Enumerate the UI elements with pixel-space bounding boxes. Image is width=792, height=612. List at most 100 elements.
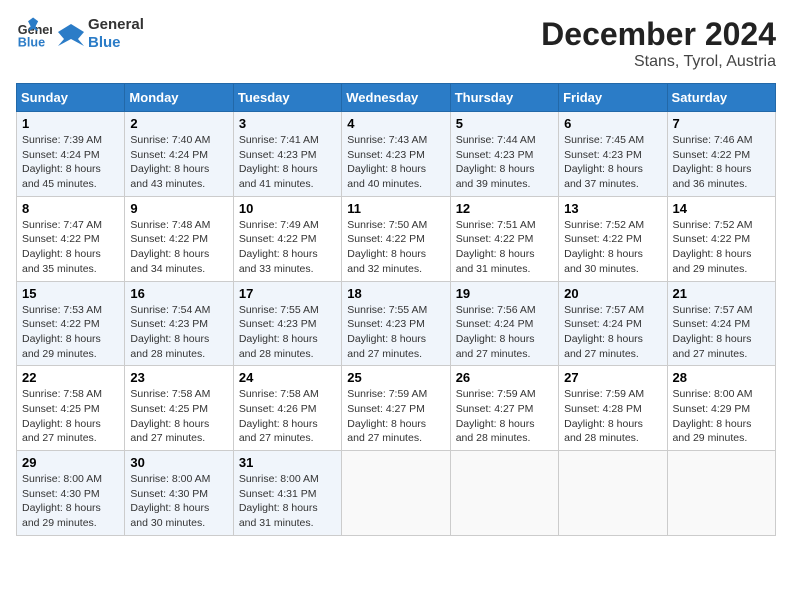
day-info: Sunrise: 8:00 AM Sunset: 4:31 PM Dayligh… [239, 472, 336, 531]
calendar-cell: 3 Sunrise: 7:41 AM Sunset: 4:23 PM Dayli… [233, 112, 341, 197]
day-info: Sunrise: 7:40 AM Sunset: 4:24 PM Dayligh… [130, 133, 227, 192]
day-number: 13 [564, 201, 661, 216]
weekday-header-thursday: Thursday [450, 84, 558, 112]
calendar-week-4: 22 Sunrise: 7:58 AM Sunset: 4:25 PM Dayl… [17, 366, 776, 451]
location: Stans, Tyrol, Austria [541, 53, 776, 71]
calendar-cell [450, 451, 558, 536]
calendar-cell: 9 Sunrise: 7:48 AM Sunset: 4:22 PM Dayli… [125, 196, 233, 281]
day-info: Sunrise: 7:59 AM Sunset: 4:27 PM Dayligh… [456, 387, 553, 446]
day-number: 5 [456, 116, 553, 131]
day-number: 1 [22, 116, 119, 131]
day-info: Sunrise: 7:55 AM Sunset: 4:23 PM Dayligh… [347, 303, 444, 362]
calendar-cell: 15 Sunrise: 7:53 AM Sunset: 4:22 PM Dayl… [17, 281, 125, 366]
weekday-header-monday: Monday [125, 84, 233, 112]
calendar-cell: 19 Sunrise: 7:56 AM Sunset: 4:24 PM Dayl… [450, 281, 558, 366]
calendar-cell: 23 Sunrise: 7:58 AM Sunset: 4:25 PM Dayl… [125, 366, 233, 451]
day-number: 16 [130, 286, 227, 301]
day-info: Sunrise: 7:58 AM Sunset: 4:25 PM Dayligh… [22, 387, 119, 446]
day-info: Sunrise: 7:48 AM Sunset: 4:22 PM Dayligh… [130, 218, 227, 277]
day-info: Sunrise: 7:58 AM Sunset: 4:25 PM Dayligh… [130, 387, 227, 446]
calendar-table: SundayMondayTuesdayWednesdayThursdayFrid… [16, 83, 776, 536]
day-info: Sunrise: 7:57 AM Sunset: 4:24 PM Dayligh… [564, 303, 661, 362]
day-info: Sunrise: 7:43 AM Sunset: 4:23 PM Dayligh… [347, 133, 444, 192]
day-number: 4 [347, 116, 444, 131]
day-number: 27 [564, 370, 661, 385]
calendar-cell: 26 Sunrise: 7:59 AM Sunset: 4:27 PM Dayl… [450, 366, 558, 451]
weekday-header-row: SundayMondayTuesdayWednesdayThursdayFrid… [17, 84, 776, 112]
calendar-cell: 7 Sunrise: 7:46 AM Sunset: 4:22 PM Dayli… [667, 112, 775, 197]
day-number: 17 [239, 286, 336, 301]
day-info: Sunrise: 7:59 AM Sunset: 4:27 PM Dayligh… [347, 387, 444, 446]
title-area: December 2024 Stans, Tyrol, Austria [541, 16, 776, 71]
day-number: 2 [130, 116, 227, 131]
day-info: Sunrise: 7:46 AM Sunset: 4:22 PM Dayligh… [673, 133, 770, 192]
logo-text: GeneralBlue [88, 16, 144, 52]
calendar-cell: 5 Sunrise: 7:44 AM Sunset: 4:23 PM Dayli… [450, 112, 558, 197]
day-info: Sunrise: 7:57 AM Sunset: 4:24 PM Dayligh… [673, 303, 770, 362]
day-number: 11 [347, 201, 444, 216]
calendar-cell: 13 Sunrise: 7:52 AM Sunset: 4:22 PM Dayl… [559, 196, 667, 281]
day-info: Sunrise: 8:00 AM Sunset: 4:30 PM Dayligh… [22, 472, 119, 531]
day-number: 21 [673, 286, 770, 301]
day-number: 23 [130, 370, 227, 385]
calendar-cell [342, 451, 450, 536]
day-number: 9 [130, 201, 227, 216]
day-info: Sunrise: 7:59 AM Sunset: 4:28 PM Dayligh… [564, 387, 661, 446]
calendar-cell [667, 451, 775, 536]
day-number: 14 [673, 201, 770, 216]
day-info: Sunrise: 7:41 AM Sunset: 4:23 PM Dayligh… [239, 133, 336, 192]
calendar-cell: 14 Sunrise: 7:52 AM Sunset: 4:22 PM Dayl… [667, 196, 775, 281]
calendar-week-1: 1 Sunrise: 7:39 AM Sunset: 4:24 PM Dayli… [17, 112, 776, 197]
calendar-cell: 1 Sunrise: 7:39 AM Sunset: 4:24 PM Dayli… [17, 112, 125, 197]
svg-text:Blue: Blue [18, 36, 45, 50]
weekday-header-saturday: Saturday [667, 84, 775, 112]
day-number: 18 [347, 286, 444, 301]
day-number: 12 [456, 201, 553, 216]
day-info: Sunrise: 7:54 AM Sunset: 4:23 PM Dayligh… [130, 303, 227, 362]
calendar-cell: 31 Sunrise: 8:00 AM Sunset: 4:31 PM Dayl… [233, 451, 341, 536]
calendar-week-2: 8 Sunrise: 7:47 AM Sunset: 4:22 PM Dayli… [17, 196, 776, 281]
calendar-cell: 12 Sunrise: 7:51 AM Sunset: 4:22 PM Dayl… [450, 196, 558, 281]
calendar-cell: 8 Sunrise: 7:47 AM Sunset: 4:22 PM Dayli… [17, 196, 125, 281]
logo: General Blue GeneralBlue [16, 16, 144, 52]
day-info: Sunrise: 7:44 AM Sunset: 4:23 PM Dayligh… [456, 133, 553, 192]
page-header: General Blue GeneralBlue December 2024 S… [16, 16, 776, 71]
day-number: 26 [456, 370, 553, 385]
calendar-cell: 27 Sunrise: 7:59 AM Sunset: 4:28 PM Dayl… [559, 366, 667, 451]
day-number: 25 [347, 370, 444, 385]
day-number: 28 [673, 370, 770, 385]
weekday-header-sunday: Sunday [17, 84, 125, 112]
logo-icon: General Blue [16, 16, 52, 52]
day-info: Sunrise: 7:49 AM Sunset: 4:22 PM Dayligh… [239, 218, 336, 277]
day-info: Sunrise: 7:47 AM Sunset: 4:22 PM Dayligh… [22, 218, 119, 277]
day-number: 20 [564, 286, 661, 301]
calendar-cell: 11 Sunrise: 7:50 AM Sunset: 4:22 PM Dayl… [342, 196, 450, 281]
calendar-cell: 17 Sunrise: 7:55 AM Sunset: 4:23 PM Dayl… [233, 281, 341, 366]
day-info: Sunrise: 7:50 AM Sunset: 4:22 PM Dayligh… [347, 218, 444, 277]
day-info: Sunrise: 7:39 AM Sunset: 4:24 PM Dayligh… [22, 133, 119, 192]
day-number: 24 [239, 370, 336, 385]
calendar-cell: 16 Sunrise: 7:54 AM Sunset: 4:23 PM Dayl… [125, 281, 233, 366]
day-info: Sunrise: 7:55 AM Sunset: 4:23 PM Dayligh… [239, 303, 336, 362]
calendar-cell: 18 Sunrise: 7:55 AM Sunset: 4:23 PM Dayl… [342, 281, 450, 366]
day-info: Sunrise: 7:51 AM Sunset: 4:22 PM Dayligh… [456, 218, 553, 277]
calendar-week-3: 15 Sunrise: 7:53 AM Sunset: 4:22 PM Dayl… [17, 281, 776, 366]
day-info: Sunrise: 7:52 AM Sunset: 4:22 PM Dayligh… [673, 218, 770, 277]
calendar-cell: 22 Sunrise: 7:58 AM Sunset: 4:25 PM Dayl… [17, 366, 125, 451]
weekday-header-friday: Friday [559, 84, 667, 112]
logo-bird-icon [56, 19, 86, 49]
day-info: Sunrise: 7:58 AM Sunset: 4:26 PM Dayligh… [239, 387, 336, 446]
weekday-header-wednesday: Wednesday [342, 84, 450, 112]
day-number: 3 [239, 116, 336, 131]
calendar-cell: 2 Sunrise: 7:40 AM Sunset: 4:24 PM Dayli… [125, 112, 233, 197]
calendar-cell: 21 Sunrise: 7:57 AM Sunset: 4:24 PM Dayl… [667, 281, 775, 366]
day-info: Sunrise: 8:00 AM Sunset: 4:30 PM Dayligh… [130, 472, 227, 531]
day-number: 15 [22, 286, 119, 301]
day-number: 30 [130, 455, 227, 470]
day-info: Sunrise: 7:45 AM Sunset: 4:23 PM Dayligh… [564, 133, 661, 192]
calendar-cell: 28 Sunrise: 8:00 AM Sunset: 4:29 PM Dayl… [667, 366, 775, 451]
day-number: 31 [239, 455, 336, 470]
day-number: 8 [22, 201, 119, 216]
calendar-cell: 24 Sunrise: 7:58 AM Sunset: 4:26 PM Dayl… [233, 366, 341, 451]
day-info: Sunrise: 8:00 AM Sunset: 4:29 PM Dayligh… [673, 387, 770, 446]
